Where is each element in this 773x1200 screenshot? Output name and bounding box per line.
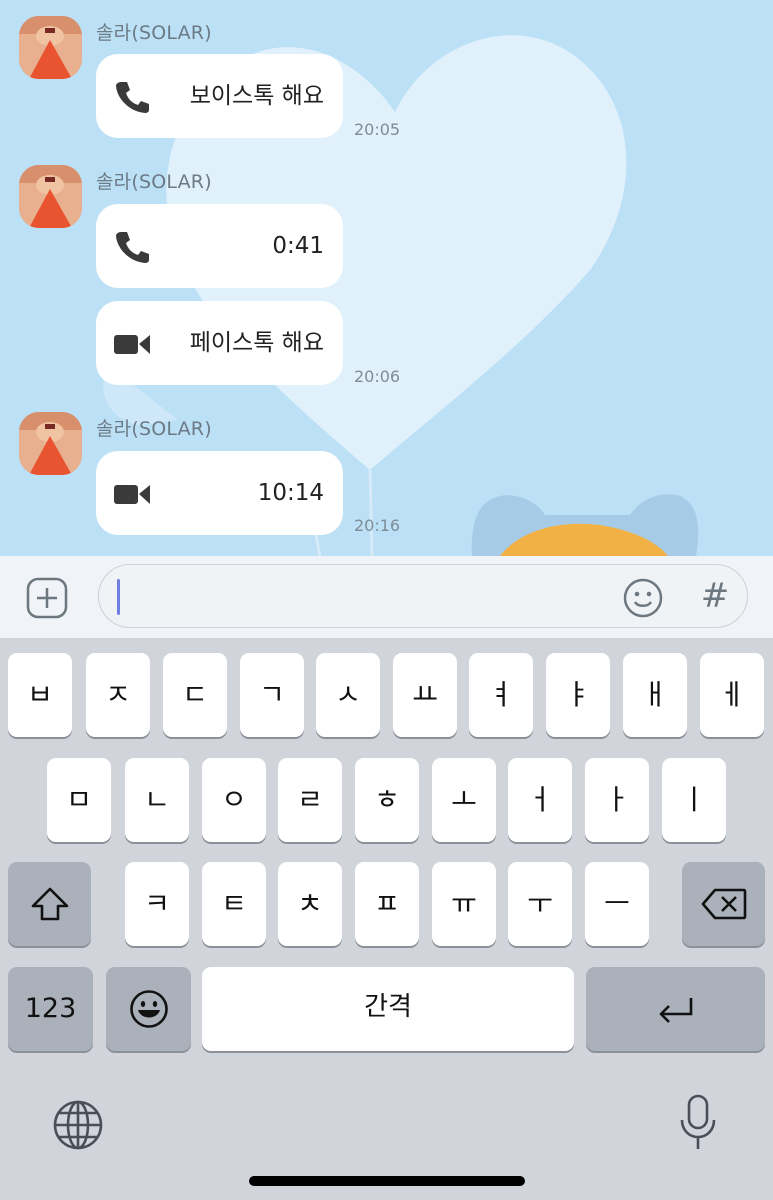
key[interactable]: ㅣ [662,758,726,842]
microphone-icon[interactable] [678,1094,718,1152]
sender-name: 솔라(SOLAR) [96,171,212,193]
home-indicator[interactable] [249,1176,525,1186]
key[interactable]: ㅛ [393,653,457,737]
emoji-key[interactable] [106,967,191,1051]
sender-name: 솔라(SOLAR) [96,418,212,440]
key[interactable]: ㄷ [163,653,227,737]
shift-key[interactable] [8,862,91,946]
key[interactable]: ㅠ [432,862,496,946]
key[interactable]: ㄹ [278,758,342,842]
timestamp: 20:16 [354,516,401,535]
emoticon-icon[interactable] [622,577,664,619]
avatar[interactable] [19,165,82,228]
video-camera-icon [114,335,150,354]
message-input[interactable]: # [98,564,748,628]
hashtag-button[interactable]: # [695,573,735,619]
key[interactable]: ㅌ [202,862,266,946]
video-call-bubble[interactable]: 페이스톡 해요 [96,301,343,385]
shift-arrow-icon [31,887,68,921]
plus-icon[interactable] [26,577,68,619]
space-key[interactable]: 간격 [202,967,574,1051]
key[interactable]: ㅊ [278,862,342,946]
message-input-bar: # [0,556,773,638]
timestamp: 20:05 [354,120,401,139]
numbers-key[interactable]: 123 [8,967,93,1051]
phone-icon [116,82,149,113]
timestamp: 20:06 [354,367,401,386]
backspace-key[interactable] [682,862,765,946]
text-caret [117,579,120,615]
phone-icon [116,232,149,263]
key[interactable]: ㅈ [86,653,150,737]
emoji-face-icon [129,990,168,1028]
key[interactable]: ㅡ [585,862,649,946]
key[interactable]: ㄴ [125,758,189,842]
bubble-text: 페이스톡 해요 [189,330,324,356]
key[interactable]: ㅁ [47,758,111,842]
return-key[interactable] [586,967,765,1051]
sender-name: 솔라(SOLAR) [96,22,212,44]
key[interactable]: ㅓ [508,758,572,842]
key[interactable]: ㅎ [355,758,419,842]
return-arrow-icon [659,998,692,1023]
key[interactable]: ㅂ [8,653,72,737]
bubble-text: 보이스톡 해요 [189,83,324,109]
key[interactable]: ㅑ [546,653,610,737]
key[interactable]: ㅏ [585,758,649,842]
key[interactable]: ㅕ [469,653,533,737]
video-camera-icon [114,485,150,504]
key[interactable]: ㅇ [202,758,266,842]
voice-call-bubble[interactable]: 0:41 [96,204,343,288]
key[interactable]: ㅅ [316,653,380,737]
avatar[interactable] [19,16,82,79]
key[interactable]: ㄱ [240,653,304,737]
globe-icon[interactable] [52,1099,104,1151]
voice-call-bubble[interactable]: 보이스톡 해요 [96,54,343,138]
video-call-bubble[interactable]: 10:14 [96,451,343,535]
key[interactable]: ㅐ [623,653,687,737]
bubble-text: 10:14 [257,480,324,506]
key[interactable]: ㅋ [125,862,189,946]
bubble-text: 0:41 [272,233,324,259]
avatar[interactable] [19,412,82,475]
backspace-icon [701,888,746,920]
key[interactable]: ㅜ [508,862,572,946]
key[interactable]: ㅗ [432,758,496,842]
chat-area: 솔라(SOLAR) 보이스톡 해요 20:05 솔라(SOLAR) 0:41 페… [0,0,773,556]
key[interactable]: ㅍ [355,862,419,946]
key[interactable]: ㅔ [700,653,764,737]
